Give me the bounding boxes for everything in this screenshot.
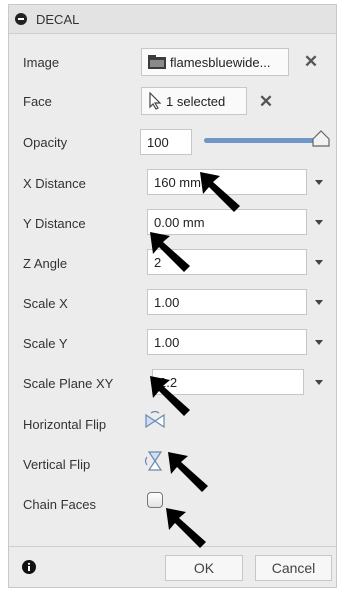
cancel-button[interactable]: Cancel (255, 555, 332, 581)
scale-y-input[interactable]: 1.00 (147, 329, 307, 355)
vertical-flip-icon[interactable] (144, 450, 166, 472)
scale-plane-xy-dropdown-icon[interactable] (314, 377, 324, 387)
pointer-arrow-icon (150, 232, 190, 272)
scale-y-value: 1.00 (154, 334, 180, 350)
opacity-value: 100 (147, 134, 169, 150)
pointer-arrow-icon (150, 376, 190, 416)
opacity-label: Opacity (23, 135, 68, 150)
z-angle-dropdown-icon[interactable] (314, 257, 324, 267)
clear-face-icon[interactable]: ✕ (258, 93, 274, 111)
dialog-header[interactable]: DECAL (9, 5, 336, 34)
pointer-arrow-icon (166, 508, 206, 548)
image-folder-icon (148, 55, 166, 69)
vertical-flip-label: Vertical Flip (23, 457, 91, 472)
collapse-icon[interactable] (15, 13, 27, 25)
face-value: 1 selected (166, 93, 226, 109)
y-distance-dropdown-icon[interactable] (314, 217, 324, 227)
scale-y-dropdown-icon[interactable] (314, 337, 324, 347)
x-distance-dropdown-icon[interactable] (314, 177, 324, 187)
scale-x-input[interactable]: 1.00 (147, 289, 307, 315)
face-label: Face (23, 94, 52, 109)
scale-y-label: Scale Y (23, 336, 68, 351)
decal-dialog: DECAL Image flamesbluewide... ✕ Face 1 s… (8, 4, 337, 588)
image-select-button[interactable]: flamesbluewide... (141, 48, 289, 76)
pointer-arrow-icon (168, 452, 208, 492)
cursor-icon (149, 92, 162, 110)
dialog-footer: OK Cancel (9, 546, 336, 587)
clear-image-icon[interactable]: ✕ (303, 53, 319, 71)
image-label: Image (23, 55, 60, 70)
chain-faces-label: Chain Faces (23, 497, 96, 512)
opacity-slider-track[interactable] (204, 138, 320, 143)
pointer-arrow-icon (200, 172, 240, 212)
opacity-slider-handle[interactable] (311, 130, 331, 148)
y-distance-label: Y Distance (23, 216, 86, 231)
x-distance-label: X Distance (23, 176, 86, 191)
image-value: flamesbluewide... (170, 54, 271, 70)
scale-x-label: Scale X (23, 296, 68, 311)
opacity-input[interactable]: 100 (140, 129, 192, 155)
x-distance-value: 160 mm (154, 174, 201, 190)
y-distance-value: 0.00 mm (154, 214, 205, 230)
scale-x-dropdown-icon[interactable] (314, 297, 324, 307)
chain-faces-checkbox[interactable] (147, 492, 163, 508)
ok-button[interactable]: OK (165, 555, 243, 581)
horizontal-flip-label: Horizontal Flip (23, 417, 107, 432)
z-angle-label: Z Angle (23, 256, 68, 271)
dialog-title: DECAL (36, 11, 80, 27)
scale-plane-xy-label: Scale Plane XY (23, 376, 114, 391)
face-select-button[interactable]: 1 selected (141, 87, 247, 115)
scale-x-value: 1.00 (154, 294, 180, 310)
info-icon[interactable] (22, 560, 36, 574)
